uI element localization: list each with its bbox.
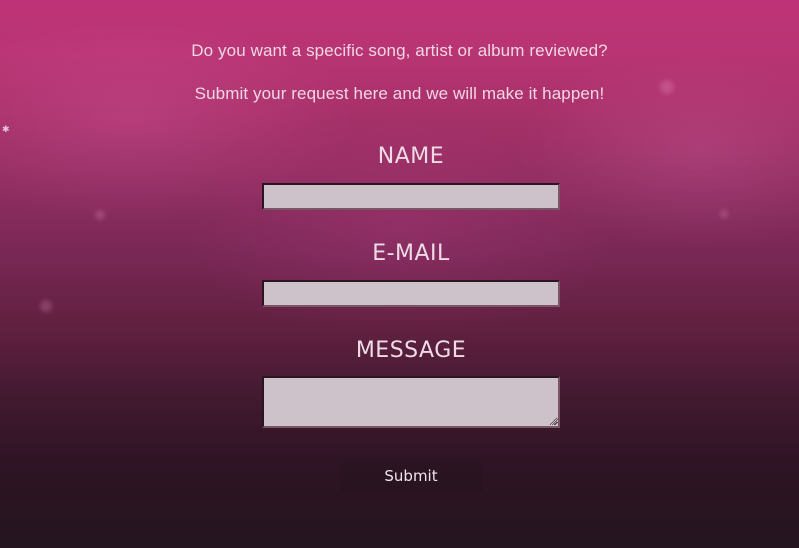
submit-button[interactable]: Submit bbox=[340, 460, 482, 492]
message-label: MESSAGE bbox=[355, 337, 467, 364]
bokeh-dot bbox=[95, 210, 105, 220]
name-input[interactable] bbox=[262, 183, 560, 210]
bokeh-dot bbox=[40, 300, 52, 312]
email-input[interactable] bbox=[262, 280, 560, 307]
bokeh-dot bbox=[720, 210, 728, 218]
message-textarea[interactable] bbox=[262, 376, 560, 428]
email-label: E-MAIL bbox=[372, 240, 450, 267]
edge-icon: ✱ bbox=[2, 124, 10, 134]
name-label: NAME bbox=[377, 143, 445, 170]
submit-button-label: Submit bbox=[384, 467, 438, 485]
intro-line-2: Submit your request here and we will mak… bbox=[194, 84, 605, 103]
intro-line-1: Do you want a specific song, artist or a… bbox=[191, 41, 608, 60]
